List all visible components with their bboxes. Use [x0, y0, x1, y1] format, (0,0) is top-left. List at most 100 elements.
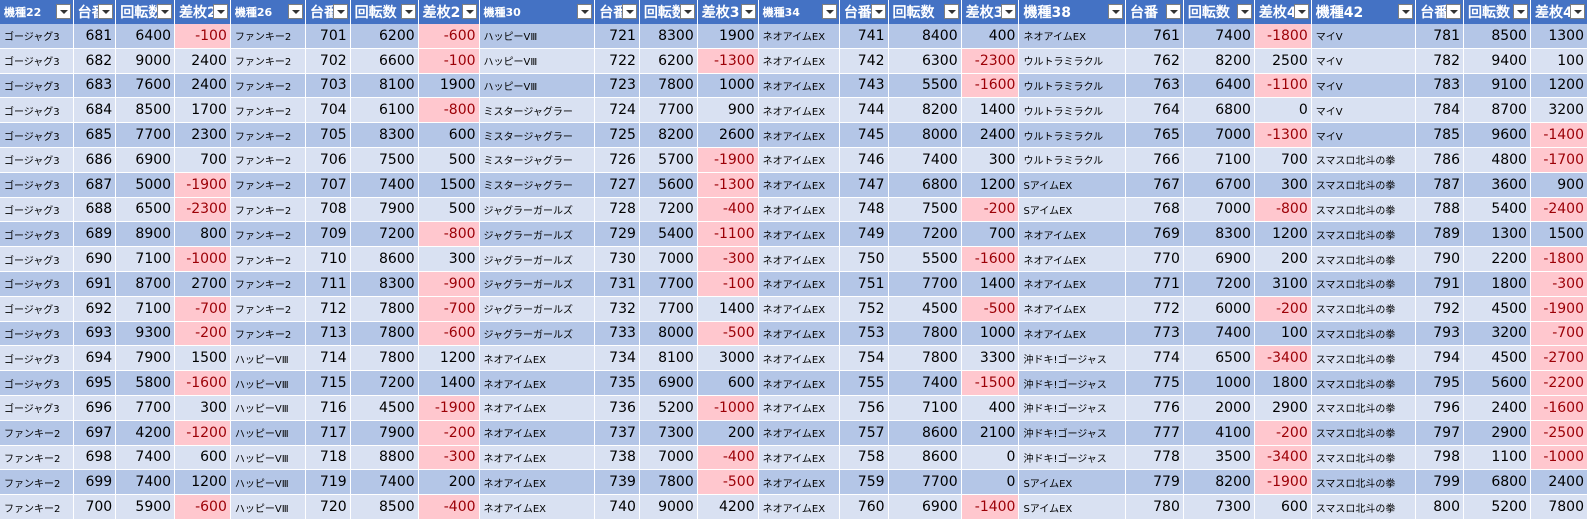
- cell-unit[interactable]: 740: [594, 494, 640, 520]
- cell-spins[interactable]: 4200: [115, 420, 176, 446]
- cell-unit[interactable]: 682: [73, 48, 117, 74]
- cell-spins[interactable]: 7400: [350, 469, 419, 496]
- cell-diff[interactable]: -200: [1254, 420, 1312, 446]
- cell-unit[interactable]: 749: [839, 221, 889, 248]
- cell-unit[interactable]: 684: [73, 97, 117, 124]
- cell-diff[interactable]: 1400: [418, 370, 480, 396]
- cell-spins[interactable]: 7200: [350, 221, 419, 248]
- cell-machine[interactable]: ハッピーVⅢ: [479, 73, 596, 99]
- cell-diff[interactable]: 600: [418, 122, 480, 148]
- cell-diff[interactable]: -100: [174, 24, 231, 49]
- cell-diff[interactable]: -400: [697, 197, 759, 223]
- cell-unit[interactable]: 764: [1125, 97, 1184, 124]
- cell-unit[interactable]: 788: [1415, 197, 1464, 223]
- cell-diff[interactable]: 1200: [1530, 73, 1588, 99]
- cell-diff[interactable]: 600: [1254, 494, 1312, 520]
- cell-diff[interactable]: 1000: [961, 321, 1020, 347]
- filter-dropdown-icon[interactable]: [1236, 4, 1252, 19]
- cell-diff[interactable]: -2200: [1530, 370, 1588, 396]
- cell-unit[interactable]: 777: [1125, 420, 1184, 446]
- cell-machine[interactable]: スマスロ北斗の拳: [1311, 395, 1417, 421]
- filter-dropdown-icon[interactable]: [400, 4, 416, 19]
- filter-dropdown-icon[interactable]: [943, 4, 959, 19]
- cell-diff[interactable]: -1800: [1254, 24, 1312, 49]
- cell-unit[interactable]: 789: [1415, 221, 1464, 248]
- cell-machine[interactable]: 沖ドキ!ゴージャス: [1018, 445, 1127, 471]
- cell-machine[interactable]: ファンキー2: [230, 147, 306, 173]
- cell-diff[interactable]: -1600: [174, 370, 231, 396]
- cell-diff[interactable]: 700: [1254, 147, 1312, 173]
- cell-diff[interactable]: 300: [961, 147, 1020, 173]
- cell-spins[interactable]: 7400: [888, 370, 962, 396]
- cell-diff[interactable]: -900: [418, 271, 480, 297]
- cell-machine[interactable]: ジャグラーガールズ: [479, 221, 596, 248]
- header-unit-4[interactable]: 台番: [839, 0, 889, 24]
- cell-unit[interactable]: 769: [1125, 221, 1184, 248]
- cell-unit[interactable]: 697: [73, 420, 117, 446]
- cell-diff[interactable]: 600: [697, 370, 759, 396]
- cell-unit[interactable]: 716: [305, 395, 351, 421]
- cell-spins[interactable]: 7800: [350, 345, 419, 372]
- cell-diff[interactable]: -1500: [961, 370, 1020, 396]
- cell-spins[interactable]: 9600: [1463, 122, 1531, 148]
- cell-spins[interactable]: 7800: [350, 321, 419, 347]
- cell-diff[interactable]: 0: [1254, 97, 1312, 124]
- header-unit-6[interactable]: 台番: [1415, 0, 1464, 24]
- cell-machine[interactable]: ネオアイムEX: [758, 345, 840, 372]
- cell-diff[interactable]: 500: [418, 197, 480, 223]
- cell-machine[interactable]: ジャグラーガールズ: [479, 246, 596, 272]
- cell-machine[interactable]: ファンキー2: [230, 271, 306, 297]
- cell-unit[interactable]: 723: [594, 73, 640, 99]
- cell-machine[interactable]: ウルトラミラクル: [1018, 48, 1127, 74]
- cell-diff[interactable]: 400: [961, 24, 1020, 49]
- header-spins-6[interactable]: 回転数: [1463, 0, 1531, 24]
- filter-dropdown-icon[interactable]: [157, 4, 173, 19]
- cell-spins[interactable]: 1800: [1463, 271, 1531, 297]
- cell-unit[interactable]: 794: [1415, 345, 1464, 372]
- cell-spins[interactable]: 7700: [888, 469, 962, 496]
- cell-unit[interactable]: 792: [1415, 296, 1464, 322]
- cell-spins[interactable]: 5600: [639, 172, 698, 198]
- cell-diff[interactable]: 800: [174, 221, 231, 248]
- header-diff-1[interactable]: 差枚2: [174, 0, 231, 24]
- cell-spins[interactable]: 1300: [1463, 221, 1531, 248]
- cell-spins[interactable]: 1000: [1183, 370, 1255, 396]
- header-spins-2[interactable]: 回転数: [350, 0, 419, 24]
- cell-machine[interactable]: ネオアイムEX: [758, 48, 840, 74]
- cell-spins[interactable]: 6400: [115, 24, 176, 49]
- cell-machine[interactable]: SアイムEX: [1018, 469, 1127, 496]
- cell-diff[interactable]: 2300: [174, 122, 231, 148]
- header-diff-5[interactable]: 差枚4: [1254, 0, 1312, 24]
- cell-machine[interactable]: スマスロ北斗の拳: [1311, 494, 1417, 520]
- cell-diff[interactable]: 2400: [174, 73, 231, 99]
- filter-dropdown-icon[interactable]: [821, 4, 837, 19]
- cell-spins[interactable]: 7400: [888, 147, 962, 173]
- cell-machine[interactable]: ファンキー2: [230, 97, 306, 124]
- cell-machine[interactable]: ネオアイムEX: [758, 197, 840, 223]
- cell-unit[interactable]: 726: [594, 147, 640, 173]
- cell-spins[interactable]: 5800: [115, 370, 176, 396]
- cell-spins[interactable]: 7100: [1183, 147, 1255, 173]
- cell-unit[interactable]: 728: [594, 197, 640, 223]
- cell-spins[interactable]: 7200: [888, 221, 962, 248]
- cell-unit[interactable]: 738: [594, 445, 640, 471]
- cell-unit[interactable]: 776: [1125, 395, 1184, 421]
- cell-diff[interactable]: 300: [1254, 172, 1312, 198]
- cell-diff[interactable]: -600: [418, 24, 480, 49]
- cell-spins[interactable]: 6200: [639, 48, 698, 74]
- cell-unit[interactable]: 691: [73, 271, 117, 297]
- header-spins-5[interactable]: 回転数: [1183, 0, 1255, 24]
- cell-unit[interactable]: 695: [73, 370, 117, 396]
- cell-machine[interactable]: スマスロ北斗の拳: [1311, 271, 1417, 297]
- cell-unit[interactable]: 758: [839, 445, 889, 471]
- cell-spins[interactable]: 8400: [888, 24, 962, 49]
- cell-machine[interactable]: マイV: [1311, 48, 1417, 74]
- cell-spins[interactable]: 8500: [115, 97, 176, 124]
- cell-unit[interactable]: 708: [305, 197, 351, 223]
- cell-spins[interactable]: 8500: [350, 494, 419, 520]
- cell-diff[interactable]: 1200: [961, 172, 1020, 198]
- cell-unit[interactable]: 775: [1125, 370, 1184, 396]
- cell-machine[interactable]: スマスロ北斗の拳: [1311, 445, 1417, 471]
- cell-spins[interactable]: 6900: [888, 494, 962, 520]
- filter-dropdown-icon[interactable]: [1398, 4, 1414, 19]
